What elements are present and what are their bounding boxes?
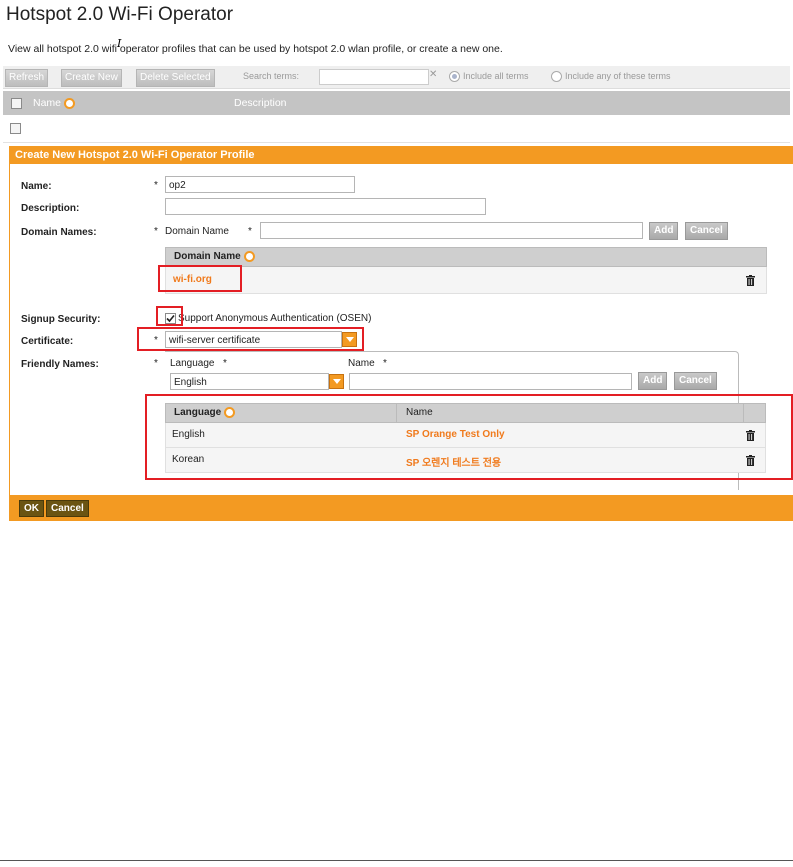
highlight-box [156,306,183,326]
toolbar: Refresh Create New Delete Selected Searc… [3,66,790,89]
language-select[interactable]: English [170,373,329,390]
cancel-friendly-name-button[interactable]: Cancel [674,372,717,390]
name-field-label: Name [348,358,375,369]
domain-name-input[interactable] [260,222,643,239]
required-mark: * [223,358,227,369]
required-mark: * [154,180,158,191]
highlight-box [137,327,364,351]
sort-ascending-icon [243,251,255,262]
text-cursor-icon: I [117,37,122,50]
name-column-header[interactable]: Name [33,97,76,109]
highlight-box [145,394,793,480]
domain-name-column-header[interactable]: Domain Name [174,251,255,262]
clear-search-icon[interactable]: ✕ [429,69,437,80]
name-label: Name: [21,181,52,192]
domain-names-label: Domain Names: [21,227,97,238]
select-all-checkbox[interactable] [11,98,22,109]
table-row: wi-fi.org [165,267,767,294]
include-any-terms-label: Include any of these terms [565,71,671,81]
include-all-terms-label: Include all terms [463,71,529,81]
cancel-button[interactable]: Cancel [46,500,89,517]
sort-ascending-icon [64,97,76,109]
page-title: Hotspot 2.0 Wi-Fi Operator [6,4,234,25]
required-mark: * [248,226,252,237]
include-any-terms-radio[interactable] [551,71,562,82]
required-mark: * [154,358,158,369]
create-profile-form: Create New Hotspot 2.0 Wi-Fi Operator Pr… [9,146,793,521]
name-input[interactable]: op2 [165,176,355,193]
delete-selected-button[interactable]: Delete Selected [136,69,215,87]
search-input[interactable] [319,69,429,85]
add-friendly-name-button[interactable]: Add [638,372,668,390]
osen-checkbox-label: Support Anonymous Authentication (OSEN) [178,313,372,324]
description-label: Description: [21,203,80,214]
add-domain-button[interactable]: Add [649,222,679,240]
refresh-button[interactable]: Refresh [5,69,49,87]
form-title: Create New Hotspot 2.0 Wi-Fi Operator Pr… [10,147,793,164]
certificate-label: Certificate: [21,336,74,347]
row-checkbox[interactable] [10,123,21,134]
search-label: Search terms: [243,71,300,81]
cancel-domain-button[interactable]: Cancel [685,222,728,240]
form-footer: OK Cancel [10,495,793,520]
domain-name-field-label: Domain Name [165,226,229,237]
signup-security-label: Signup Security: [21,314,101,325]
language-field-label: Language [170,358,215,369]
required-mark: * [154,226,158,237]
required-mark: * [383,358,387,369]
name-column-label: Name [33,97,62,109]
list-item [3,115,790,143]
list-header: Name Description [3,91,790,115]
include-all-terms-radio[interactable] [449,71,460,82]
trash-icon[interactable] [746,275,755,286]
description-column-header[interactable]: Description [234,97,287,109]
friendly-name-input[interactable] [349,373,632,390]
highlight-box [158,265,242,292]
domain-name-column-label: Domain Name [174,251,241,263]
description-input[interactable] [165,198,486,215]
chevron-down-icon[interactable] [329,374,344,389]
divider [0,860,793,861]
friendly-names-label: Friendly Names: [21,359,99,370]
ok-button[interactable]: OK [19,500,44,517]
page-description: View all hotspot 2.0 wifi operator profi… [8,43,503,55]
domain-table-header: Domain Name [165,247,767,267]
create-new-button[interactable]: Create New [61,69,122,87]
